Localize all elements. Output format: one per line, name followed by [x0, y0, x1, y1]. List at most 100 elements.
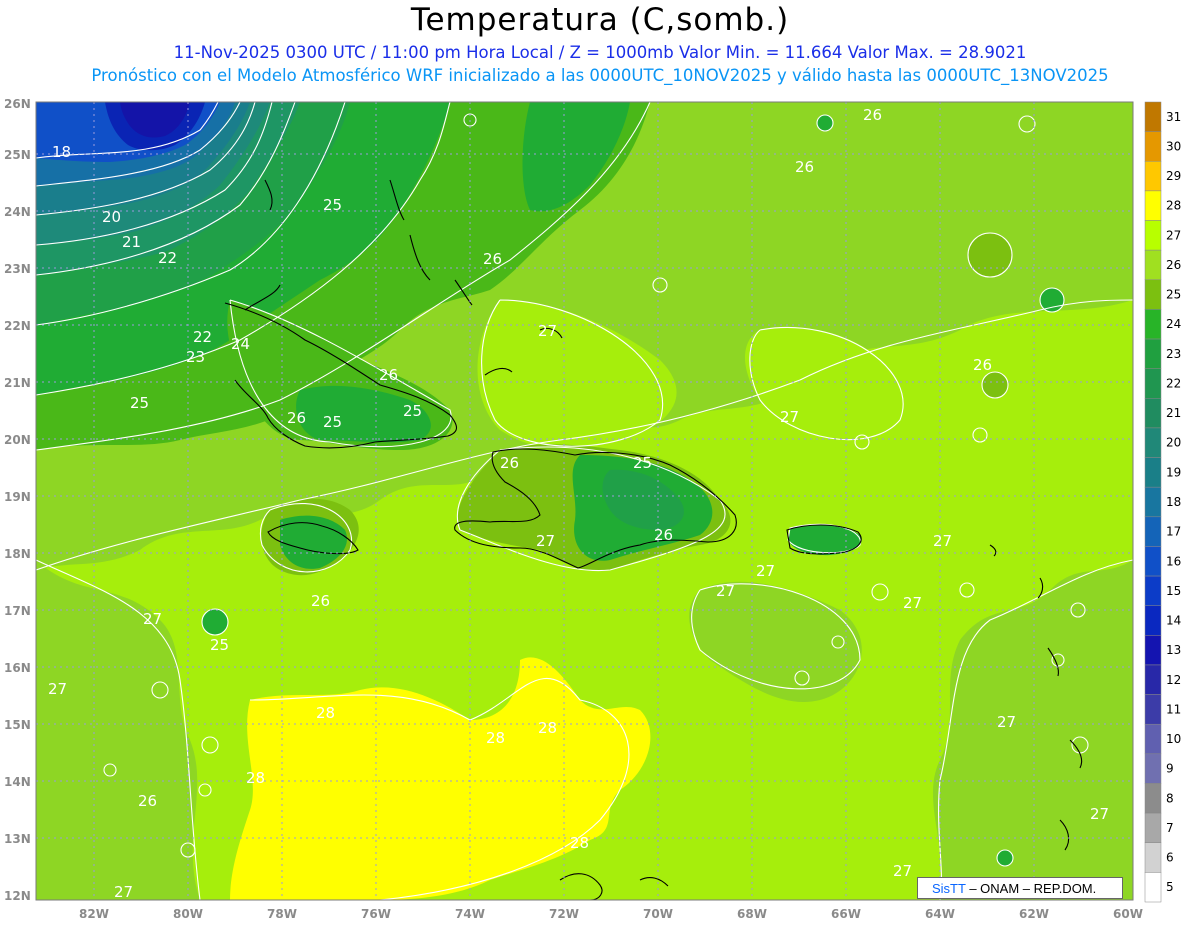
lon-tick-label: 70W — [643, 907, 673, 921]
lon-tick-label: 66W — [831, 907, 861, 921]
contour-label: 27 — [1090, 805, 1109, 823]
contour-label: 26 — [973, 356, 992, 374]
contour-label: 28 — [486, 729, 505, 747]
colorbar-label: 14 — [1166, 614, 1181, 628]
contour-label: 26 — [483, 250, 502, 268]
colorbar-swatch — [1144, 546, 1162, 577]
colorbar-label: 24 — [1166, 317, 1181, 331]
colorbar-swatch — [1144, 783, 1162, 814]
lat-tick-label: 22N — [4, 319, 31, 333]
lon-tick-label: 80W — [173, 907, 203, 921]
contour-label: 25 — [323, 413, 342, 431]
contour-label: 26 — [654, 526, 673, 544]
colorbar-swatch — [1144, 457, 1162, 488]
contour-label: 27 — [933, 532, 952, 550]
colorbar-swatch — [1144, 812, 1162, 843]
contour-label: 27 — [538, 322, 557, 340]
contour-label: 24 — [231, 335, 250, 353]
contour-label: 25 — [323, 196, 342, 214]
lat-tick-label: 14N — [4, 775, 31, 789]
lat-tick-label: 24N — [4, 205, 31, 219]
contour-label: 26 — [287, 409, 306, 427]
temperature-map: 18 20 21 22 22 23 24 25 25 25 26 26 26 2… — [4, 97, 1181, 921]
lat-tick-label: 20N — [4, 433, 31, 447]
contour-label: 27 — [780, 408, 799, 426]
colorbar-swatch — [1144, 190, 1162, 221]
lon-tick-label: 78W — [267, 907, 297, 921]
lon-tick-label: 76W — [361, 907, 391, 921]
colorbar-label: 8 — [1166, 791, 1174, 805]
colorbar-label: 31 — [1166, 110, 1181, 124]
colorbar-label: 9 — [1166, 762, 1174, 776]
colorbar-label: 20 — [1166, 436, 1181, 450]
lat-tick-label: 19N — [4, 490, 31, 504]
contour-label: 25 — [403, 402, 422, 420]
contour-label: 27 — [903, 594, 922, 612]
colorbar-label: 28 — [1166, 199, 1181, 213]
colorbar-swatch — [1144, 575, 1162, 606]
contour-label: 25 — [210, 636, 229, 654]
lat-tick-label: 26N — [4, 97, 31, 111]
colorbar-label: 25 — [1166, 288, 1181, 302]
contour-label: 26 — [863, 106, 882, 124]
colorbar-label: 7 — [1166, 821, 1174, 835]
lat-tick-label: 25N — [4, 148, 31, 162]
contour-label: 22 — [158, 249, 177, 267]
contour-label: 25 — [633, 454, 652, 472]
lat-tick-label: 23N — [4, 262, 31, 276]
colorbar-swatch — [1144, 842, 1162, 873]
colorbar-label: 13 — [1166, 643, 1181, 657]
colorbar-swatch — [1144, 279, 1162, 310]
contour-label: 27 — [114, 883, 133, 901]
contour-label: 26 — [500, 454, 519, 472]
contour-label: 27 — [48, 680, 67, 698]
contour-label: 23 — [186, 348, 205, 366]
colorbar-swatch — [1144, 338, 1162, 369]
lon-tick-label: 72W — [549, 907, 579, 921]
contour-label: 27 — [536, 532, 555, 550]
colorbar-label: 21 — [1166, 406, 1181, 420]
lat-tick-label: 21N — [4, 376, 31, 390]
contour-label: 27 — [756, 562, 775, 580]
colorbar-swatch — [1144, 694, 1162, 725]
lon-tick-label: 62W — [1019, 907, 1049, 921]
colorbar-swatch — [1144, 753, 1162, 784]
colorbar-swatch — [1144, 249, 1162, 281]
colorbar-swatch — [1144, 398, 1162, 429]
colorbar-label: 15 — [1166, 584, 1181, 598]
lon-tick-label: 74W — [455, 907, 485, 921]
colorbar-swatch — [1144, 220, 1162, 251]
contour-label: 27 — [893, 862, 912, 880]
contour-label: 28 — [246, 769, 265, 787]
lat-tick-label: 16N — [4, 661, 31, 675]
contour-label: 18 — [52, 143, 71, 161]
credit-brand: SisTT — [932, 881, 966, 896]
contour-label: 27 — [997, 713, 1016, 731]
contour-label: 27 — [143, 610, 162, 628]
contour-label: 28 — [538, 719, 557, 737]
lon-tick-label: 60W — [1113, 907, 1143, 921]
contour-label: 26 — [311, 592, 330, 610]
lat-axis-labels: 12N 13N 14N 15N 16N 17N 18N 19N 20N 21N … — [4, 97, 31, 903]
colorbar-label: 11 — [1166, 702, 1181, 716]
contour-label: 21 — [122, 233, 141, 251]
contour-label: 22 — [193, 328, 212, 346]
lon-tick-label: 82W — [79, 907, 109, 921]
contour-label: 20 — [102, 208, 121, 226]
colorbar-label: 16 — [1166, 554, 1181, 568]
colorbar-swatch — [1144, 723, 1162, 755]
colorbar-label: 19 — [1166, 465, 1181, 479]
colorbar-swatch — [1144, 516, 1162, 547]
contour-label: 28 — [316, 704, 335, 722]
colorbar-label: 5 — [1166, 880, 1174, 894]
colorbar-label: 17 — [1166, 525, 1181, 539]
shaded-field: 18 20 21 22 22 23 24 25 25 25 26 26 26 2… — [36, 102, 1133, 901]
colorbar-swatch — [1144, 161, 1162, 192]
colorbar-label: 18 — [1166, 495, 1181, 509]
contour-label: 28 — [570, 834, 589, 852]
colorbar-swatch — [1144, 635, 1162, 666]
colorbar-label: 26 — [1166, 258, 1181, 272]
colorbar-label: 12 — [1166, 673, 1181, 687]
colorbar-label: 29 — [1166, 169, 1181, 183]
colorbar-swatch — [1144, 101, 1162, 132]
